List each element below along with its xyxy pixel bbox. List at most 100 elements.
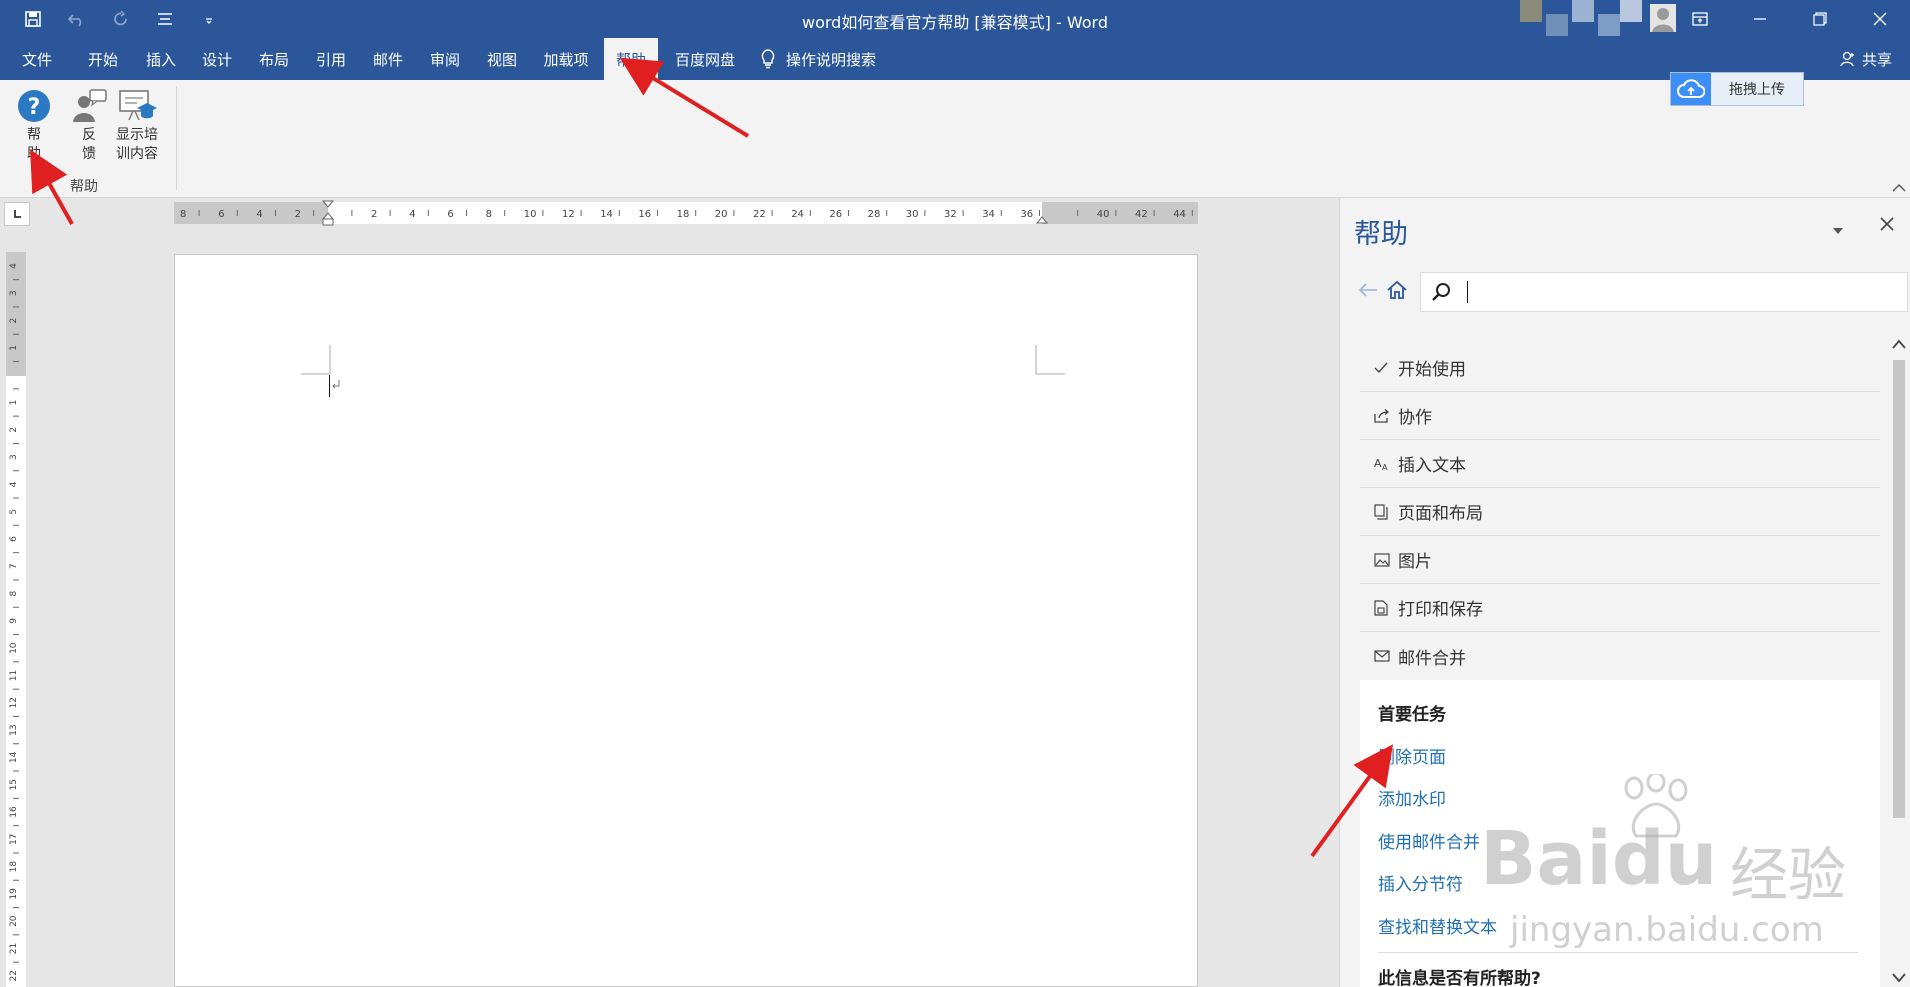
blurred-avatar-block <box>1620 0 1642 22</box>
home-button[interactable] <box>1386 280 1408 304</box>
tab-view[interactable]: 视图 <box>473 38 531 80</box>
document-page[interactable] <box>174 254 1198 987</box>
tell-me-label: 操作说明搜索 <box>786 50 877 69</box>
arrow-left-icon <box>1358 283 1377 297</box>
ruler-label: 18 <box>9 861 19 873</box>
home-icon <box>1387 280 1407 299</box>
ruler-label: 3 <box>9 290 19 296</box>
share-button[interactable]: 共享 <box>1840 38 1892 80</box>
help-category-insert-text[interactable]: AA 插入文本 <box>1360 440 1880 488</box>
tab-addins[interactable]: 加载项 <box>532 38 600 80</box>
ruler-label: 7 <box>9 563 19 569</box>
task-link-use-mail-merge[interactable]: 使用邮件合并 <box>1378 828 1480 853</box>
cloud-upload-icon <box>1671 73 1711 105</box>
ruler-label: 8 <box>486 209 492 220</box>
feedback-button-label-1: 反 <box>82 127 96 143</box>
tab-layout[interactable]: 布局 <box>245 38 303 80</box>
help-category-list: 开始使用 协作 AA 插入文本 页面和布局 图片 打印和保存 邮件合并 <box>1360 344 1880 680</box>
ruler-label: 6 <box>9 536 19 542</box>
window-controls <box>1670 0 1910 38</box>
share-icon <box>1374 408 1390 423</box>
print-save-icon <box>1374 599 1388 616</box>
task-link-find-replace[interactable]: 查找和替换文本 <box>1378 913 1497 938</box>
restore-button[interactable] <box>1790 0 1850 38</box>
ruler-label: 21 <box>9 943 19 954</box>
help-category-label: 邮件合并 <box>1398 648 1466 669</box>
ruler-label: 4 <box>256 209 262 220</box>
ruler-label: 34 <box>982 209 995 220</box>
ruler-label: 22 <box>9 970 19 981</box>
text-size-icon: AA <box>1374 457 1388 471</box>
back-button[interactable] <box>1358 282 1378 302</box>
help-category-mail-merge[interactable]: 邮件合并 <box>1360 632 1880 680</box>
tell-me-search[interactable]: 操作说明搜索 <box>760 38 876 80</box>
tab-selector[interactable] <box>4 202 30 226</box>
tab-design[interactable]: 设计 <box>188 38 246 80</box>
ruler-label: 9 <box>9 618 19 624</box>
collapse-ribbon-button[interactable] <box>1892 178 1906 197</box>
group-separator <box>176 86 177 190</box>
tab-insert[interactable]: 插入 <box>132 38 190 80</box>
task-link-insert-section-break[interactable]: 插入分节符 <box>1378 870 1463 895</box>
ruler-label: 2 <box>9 427 19 433</box>
tab-help[interactable]: 帮助 <box>604 38 658 80</box>
svg-text:?: ? <box>28 95 41 120</box>
ruler-label: 17 <box>9 834 19 845</box>
ruler-label: 2 <box>295 209 301 220</box>
tab-home[interactable]: 开始 <box>74 38 132 80</box>
ribbon-display-options-button[interactable] <box>1670 0 1730 38</box>
chevron-up-icon[interactable] <box>1891 338 1907 350</box>
feedback-button[interactable]: 反 馈 <box>70 88 108 164</box>
task-link-delete-page[interactable]: 删除页面 <box>1378 743 1446 768</box>
help-pane-scrollbar[interactable] <box>1889 322 1907 987</box>
ruler-label: 8 <box>180 209 186 220</box>
indent-marker-icon[interactable] <box>322 200 334 226</box>
tab-references[interactable]: 引用 <box>302 38 360 80</box>
ruler-label: 16 <box>9 806 19 818</box>
training-icon <box>119 90 157 121</box>
right-indent-marker-icon[interactable] <box>1036 212 1048 224</box>
text-cursor <box>329 375 330 397</box>
crop-mark-top-right <box>1035 345 1065 375</box>
picture-icon <box>1374 552 1390 567</box>
tab-baidu-netdisk[interactable]: 百度网盘 <box>664 38 746 80</box>
help-category-label: 图片 <box>1398 552 1432 572</box>
tab-file[interactable]: 文件 <box>8 38 66 80</box>
minimize-button[interactable] <box>1730 0 1790 38</box>
ruler-label: 44 <box>1173 209 1186 220</box>
pane-options-button[interactable] <box>1832 220 1844 239</box>
ruler-label: 15 <box>9 779 19 790</box>
show-training-button[interactable]: 显示培 训内容 <box>116 88 158 164</box>
check-icon <box>1374 362 1388 373</box>
ruler-label: 36 <box>1020 209 1033 220</box>
ruler-label: 32 <box>944 209 957 220</box>
tab-mailings[interactable]: 邮件 <box>359 38 417 80</box>
ribbon-group-label: 帮助 <box>70 179 98 195</box>
ribbon-panel: ? 帮 助 反 馈 显示培 训内容 帮助 <box>0 80 1910 198</box>
help-category-collaborate[interactable]: 协作 <box>1360 392 1880 440</box>
help-button[interactable]: ? 帮 助 <box>16 88 52 164</box>
ruler-label: 19 <box>9 888 19 900</box>
ruler-label: 4 <box>409 209 415 220</box>
help-pane: 帮助 开始使用 协作 AA 插入文本 页面和布局 图片 打印和保存 邮件合并 首… <box>1339 198 1910 987</box>
help-category-get-started[interactable]: 开始使用 <box>1360 344 1880 392</box>
vertical-ruler[interactable]: 4 3 2 1 1 2 3 4 5 6 7 8 9 10 11 12 13 14 15 16 17 18 19 20 21 22 <box>6 252 26 987</box>
chevron-down-icon[interactable] <box>1891 972 1907 984</box>
top-tasks-title: 首要任务 <box>1378 705 1446 725</box>
close-button[interactable] <box>1850 0 1910 38</box>
task-link-add-watermark[interactable]: 添加水印 <box>1378 785 1446 810</box>
help-category-pages-layout[interactable]: 页面和布局 <box>1360 488 1880 536</box>
help-category-pictures[interactable]: 图片 <box>1360 536 1880 584</box>
horizontal-ruler[interactable]: 8 6 4 2 2 4 6 8 10 12 14 16 18 20 22 24 26 28 30 32 34 36 40 42… <box>174 200 1198 226</box>
ruler-label: 16 <box>638 209 651 220</box>
restore-icon <box>1813 12 1827 26</box>
scrollbar-thumb[interactable] <box>1893 360 1905 818</box>
ruler-label: 20 <box>715 209 728 220</box>
help-category-label: 协作 <box>1398 408 1432 428</box>
pane-close-button[interactable] <box>1880 216 1894 235</box>
help-category-print-save[interactable]: 打印和保存 <box>1360 584 1880 632</box>
help-pane-title: 帮助 <box>1354 219 1408 250</box>
help-search-input[interactable] <box>1420 272 1908 312</box>
tab-review[interactable]: 审阅 <box>416 38 474 80</box>
drag-upload-button[interactable]: 拖拽上传 <box>1670 72 1804 106</box>
